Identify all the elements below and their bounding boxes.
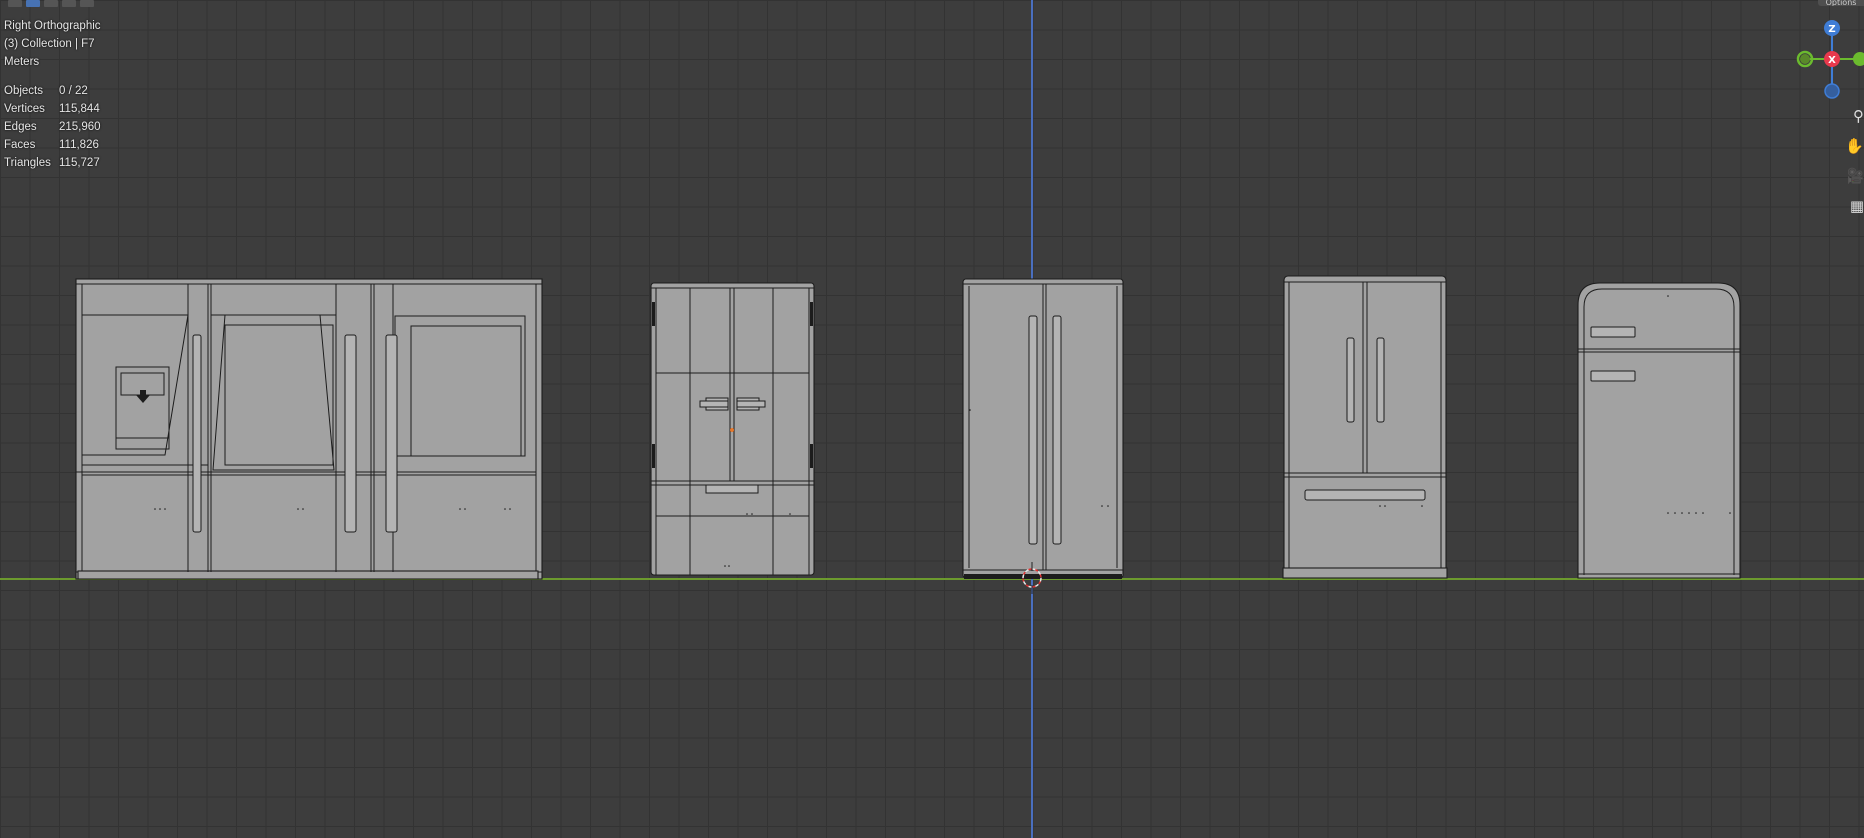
- viewport-nav-toolbar[interactable]: ⚲ ✋ 🎥 ▦: [1848, 104, 1864, 224]
- fridge-retro-rounded[interactable]: [1577, 282, 1741, 579]
- collection-label: (3) Collection | F7: [4, 38, 95, 50]
- stat-row-faces: Faces 111,826: [4, 139, 99, 151]
- view-name-label: Right Orthographic: [4, 20, 101, 32]
- stat-row-edges: Edges 215,960: [4, 121, 101, 133]
- gizmo-x-label: X: [1828, 55, 1836, 66]
- fridge-french-door-drawer[interactable]: [1282, 275, 1448, 579]
- stat-row-triangles: Triangles 115,727: [4, 157, 100, 169]
- pan-hand-icon[interactable]: ✋: [1848, 134, 1864, 158]
- gizmo-neg-z-icon: [1824, 83, 1840, 99]
- fridge-four-door-french[interactable]: [650, 282, 815, 576]
- units-label: Meters: [4, 56, 40, 68]
- viewport-overlay-stats: Right Orthographic (3) Collection | F7 M…: [4, 17, 101, 172]
- gizmo-y-axis-icon: [1853, 52, 1864, 66]
- fridge-triple-door-dispenser[interactable]: [75, 278, 543, 580]
- navigation-gizmo[interactable]: Z X: [1790, 16, 1864, 106]
- zoom-icon[interactable]: ⚲: [1848, 104, 1864, 128]
- stat-row-objects: Objects 0 / 22: [4, 85, 88, 97]
- camera-icon[interactable]: 🎥: [1848, 164, 1864, 188]
- fridge-side-by-side[interactable]: [962, 278, 1124, 579]
- gizmo-z-label: Z: [1828, 24, 1835, 35]
- mesh-scene[interactable]: .m { fill: #a2a2a2; stroke: #1c1c1c; str…: [0, 0, 1864, 838]
- 3d-viewport[interactable]: Options .m { fill: #a2a2a2; stroke: #1c1…: [0, 0, 1864, 838]
- ortho-grid-icon[interactable]: ▦: [1848, 194, 1864, 218]
- stat-row-vertices: Vertices 115,844: [4, 103, 100, 115]
